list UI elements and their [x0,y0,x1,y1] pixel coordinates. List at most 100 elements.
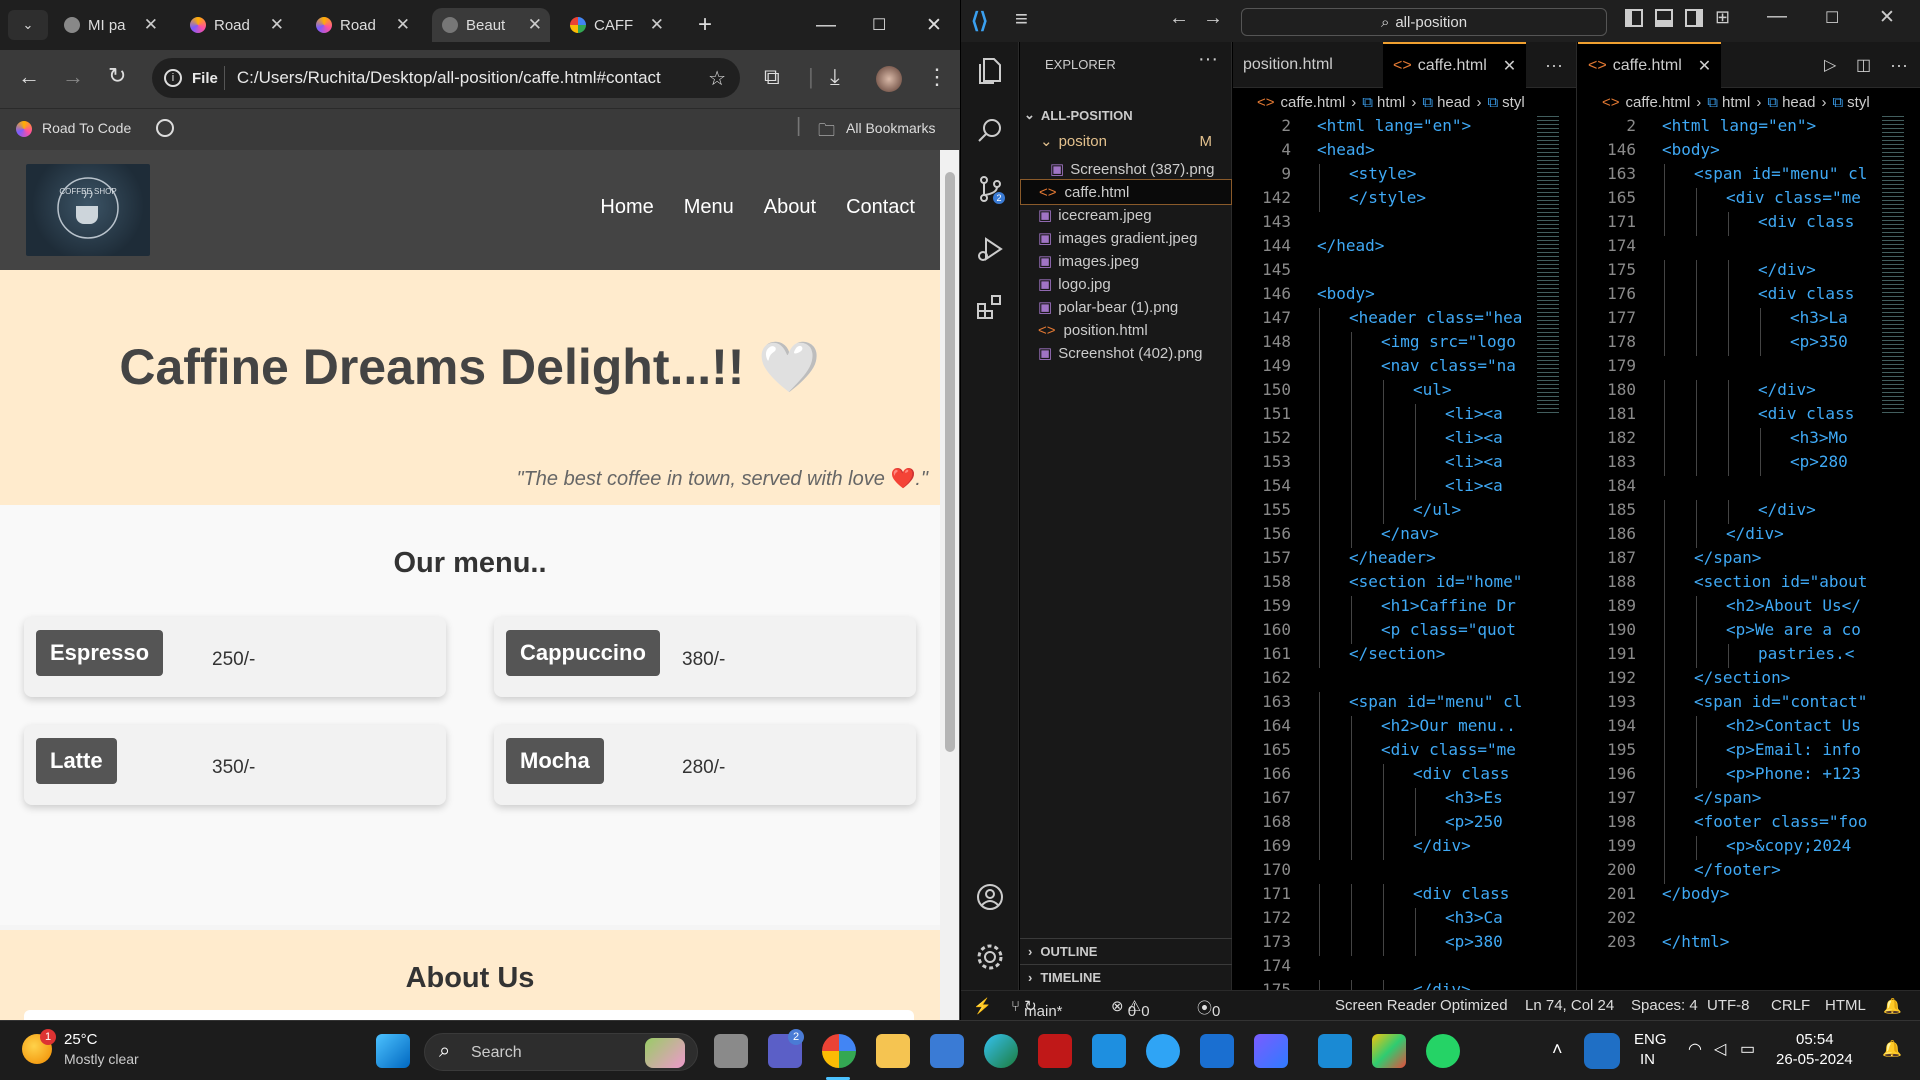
code-line[interactable]: 190 <p>We are a co [1578,620,1920,644]
customize-layout-icon[interactable]: ⊞ [1715,7,1730,28]
battery-icon[interactable]: ▭ [1740,1039,1755,1059]
close-window-button[interactable]: ✕ [916,8,946,42]
code-line[interactable]: 152 <li><a [1233,428,1576,452]
code-line[interactable]: 159 <h1>Caffine Dr [1233,596,1576,620]
code-line[interactable]: 147 <header class="hea [1233,308,1576,332]
close-icon[interactable]: ✕ [270,15,284,35]
code-line[interactable]: 194 <h2>Contact Us [1578,716,1920,740]
code-line[interactable]: 4 <head> [1233,140,1576,164]
code-line[interactable]: 169 </div> [1233,836,1576,860]
code-line[interactable]: 192 </section> [1578,668,1920,692]
code-line[interactable]: 178 <p>350 [1578,332,1920,356]
code-line[interactable]: 162 [1233,668,1576,692]
code-line[interactable]: 182 <h3>Mo [1578,428,1920,452]
url-text[interactable]: C:/Users/Ruchita/Desktop/all-position/ca… [237,68,661,88]
hamburger-menu-icon[interactable]: ≡ [1015,6,1028,32]
command-center-search[interactable]: ⌕ all-position [1241,8,1607,36]
reload-icon[interactable]: ↻ [108,63,126,89]
language-indicator[interactable]: ENG [1634,1031,1667,1048]
code-line[interactable]: 177 <h3>La [1578,308,1920,332]
mcafee-icon[interactable] [1038,1034,1072,1068]
run-debug-icon[interactable] [975,234,1005,264]
folder-positon[interactable]: ⌄ positon M [1020,128,1232,154]
whatsapp-icon[interactable] [1426,1034,1460,1068]
code-line[interactable]: 9 <style> [1233,164,1576,188]
code-editor[interactable]: 2 <html lang="en"> 146 <body> 163 <span id="m… [1578,116,1920,990]
browser-tab[interactable]: CAFF ✕ [560,8,672,42]
new-tab-button[interactable]: + [688,8,718,42]
info-icon[interactable]: i [164,69,182,87]
browser-tab[interactable]: Road ✕ [306,8,418,42]
bell-icon[interactable]: 🔔 [1883,997,1902,1015]
code-line[interactable]: 146 <body> [1578,140,1920,164]
code-line[interactable]: 184 [1578,476,1920,500]
globe-icon[interactable] [156,119,174,137]
code-line[interactable]: 2 <html lang="en"> [1578,116,1920,140]
microphone-icon[interactable] [1584,1033,1620,1069]
code-line[interactable]: 163 <span id="menu" cl [1233,692,1576,716]
close-icon[interactable]: ✕ [650,15,664,35]
editor-tab-active[interactable]: <> caffe.html ✕ [1578,42,1722,88]
code-line[interactable]: 186 </div> [1578,524,1920,548]
notifications-icon[interactable]: 🔔 [1882,1039,1902,1059]
code-line[interactable]: 181 <div class [1578,404,1920,428]
taskbar-search[interactable]: ⌕ Search [424,1033,698,1071]
weather-status[interactable]: Mostly clear [64,1051,139,1067]
all-bookmarks-button[interactable]: All Bookmarks [846,120,935,136]
minimize-button[interactable]: — [806,8,836,42]
forward-icon[interactable]: → [1203,7,1223,30]
minimap[interactable] [1537,116,1559,416]
language-mode[interactable]: HTML [1825,997,1866,1014]
close-icon[interactable]: ✕ [144,15,158,35]
browser-tab[interactable]: Beaut ✕ [432,8,550,42]
code-line[interactable]: 170 [1233,860,1576,884]
clock-time[interactable]: 05:54 [1796,1031,1834,1048]
code-line[interactable]: 187 </span> [1578,548,1920,572]
close-icon[interactable]: ✕ [1503,56,1516,76]
minimize-button[interactable]: — [1767,5,1787,28]
code-line[interactable]: 183 <p>280 [1578,452,1920,476]
code-line[interactable]: 151 <li><a [1233,404,1576,428]
temperature[interactable]: 25°C [64,1031,98,1048]
breadcrumb-item[interactable]: caffe.html [1626,94,1691,111]
close-icon[interactable]: ✕ [1698,56,1711,76]
code-line[interactable]: 149 <nav class="na [1233,356,1576,380]
code-line[interactable]: 180 </div> [1578,380,1920,404]
code-line[interactable]: 199 <p>&copy;2024 [1578,836,1920,860]
eol-status[interactable]: CRLF [1771,997,1810,1014]
search-icon[interactable] [975,116,1005,146]
bookmark-road-to-code[interactable]: Road To Code [42,120,131,136]
region-indicator[interactable]: IN [1640,1051,1655,1068]
code-line[interactable]: 150 <ul> [1233,380,1576,404]
breadcrumb-item[interactable]: html [1377,94,1405,111]
gear-icon[interactable] [975,942,1005,972]
browser-tab[interactable]: Road ✕ [180,8,292,42]
chrome-icon[interactable] [822,1034,856,1068]
edge-icon[interactable] [984,1034,1018,1068]
code-line[interactable]: 198 <footer class="foo [1578,812,1920,836]
code-line[interactable]: 189 <h2>About Us</ [1578,596,1920,620]
code-line[interactable]: 176 <div class [1578,284,1920,308]
code-line[interactable]: 185 </div> [1578,500,1920,524]
help-icon[interactable] [1146,1034,1180,1068]
forward-icon[interactable]: → [62,64,84,90]
breadcrumb-item[interactable]: caffe.html [1281,94,1346,111]
file-explorer-icon[interactable] [876,1034,910,1068]
nav-menu-link[interactable]: Menu [684,196,734,219]
clock-date[interactable]: 26-05-2024 [1776,1051,1853,1068]
nav-about-link[interactable]: About [764,196,816,219]
close-window-button[interactable]: ✕ [1879,6,1895,29]
code-line[interactable]: 142 </style> [1233,188,1576,212]
url-omnibox[interactable]: i File C:/Users/Ruchita/Desktop/all-posi… [152,58,740,98]
code-line[interactable]: 203 </html> [1578,932,1920,956]
myhp-icon[interactable] [1092,1034,1126,1068]
code-line[interactable]: 201 </body> [1578,884,1920,908]
code-line[interactable]: 188 <section id="about [1578,572,1920,596]
toggle-secondary-sidebar-icon[interactable] [1685,9,1703,27]
code-line[interactable]: 160 <p class="quot [1233,620,1576,644]
editor-tab-active[interactable]: <> caffe.html ✕ [1383,42,1527,88]
more-icon[interactable]: ··· [1198,48,1218,71]
code-line[interactable]: 171 <div class [1578,212,1920,236]
more-icon[interactable]: ⋮ [926,64,948,90]
tab-search-button[interactable]: ⌄ [8,10,48,40]
